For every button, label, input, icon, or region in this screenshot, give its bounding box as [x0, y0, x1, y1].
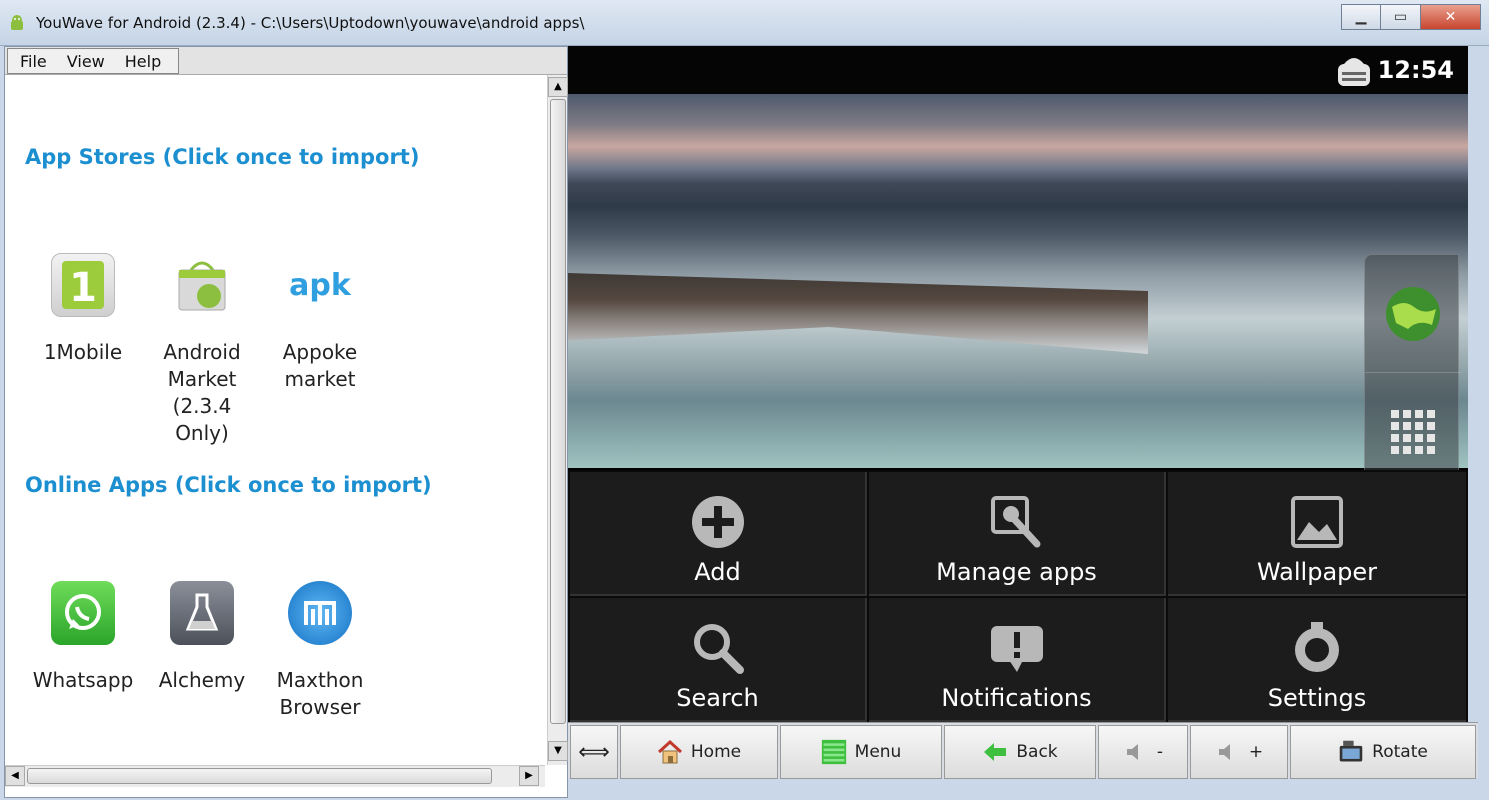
menu-option-settings[interactable]: Settings — [1168, 598, 1466, 722]
manage-apps-icon — [987, 492, 1047, 552]
1mobile-icon: 1 — [51, 253, 115, 317]
options-menu: Add Manage apps Wallpaper Search Notific… — [568, 470, 1468, 722]
close-icon: ✕ — [1444, 9, 1457, 25]
menu-button[interactable]: Menu — [780, 725, 942, 779]
wallpaper-rocks — [568, 273, 1148, 354]
app-label: Appoke market — [282, 340, 358, 391]
menu-file[interactable]: File — [8, 49, 55, 73]
option-label: Wallpaper — [1256, 558, 1378, 586]
wallpaper-icon — [1287, 492, 1347, 552]
option-label: Notifications — [941, 684, 1092, 712]
maxthon-icon — [288, 581, 352, 645]
option-label: Settings — [1267, 684, 1367, 712]
section-title-online-apps: Online Apps (Click once to import) — [25, 473, 432, 497]
title-bar: YouWave for Android (2.3.4) - C:\Users\U… — [0, 0, 1489, 46]
horizontal-scroll-thumb[interactable] — [27, 768, 492, 784]
menu-option-manage-apps[interactable]: Manage apps — [869, 472, 1166, 596]
speaker-icon — [1215, 739, 1241, 765]
volume-up-label: + — [1248, 742, 1264, 762]
menu-bar: File View Help — [5, 47, 567, 75]
menu-view[interactable]: View — [55, 49, 113, 73]
app-import-panel: File View Help App Stores (Click once to… — [4, 46, 568, 798]
alchemy-icon — [170, 581, 234, 645]
usb-debugging-icon — [1338, 58, 1370, 86]
minimize-button[interactable]: ▁ — [1341, 4, 1381, 30]
apk-icon-text: apk — [289, 267, 351, 303]
rotate-device-icon — [1338, 739, 1364, 765]
rotate-button[interactable]: Rotate — [1290, 725, 1476, 779]
browser-button[interactable] — [1365, 255, 1460, 373]
window-title: YouWave for Android (2.3.4) - C:\Users\U… — [36, 14, 585, 32]
menu-list-icon — [821, 739, 847, 765]
app-label: Maxthon Browser — [276, 668, 364, 719]
app-grid-icon — [1390, 409, 1435, 454]
app-whatsapp[interactable]: Whatsapp — [23, 581, 143, 694]
app-label: Alchemy — [158, 668, 246, 692]
maximize-icon: ▭ — [1393, 9, 1408, 25]
menu-button-label: Menu — [854, 742, 902, 762]
android-emulator-screen[interactable]: 12:54 Add Manage apps Wallpaper Search N… — [568, 46, 1468, 722]
option-label: Manage apps — [936, 558, 1097, 586]
scroll-down-arrow-icon[interactable]: ▼ — [548, 741, 568, 761]
whatsapp-icon — [51, 581, 115, 645]
home-button[interactable]: Home — [620, 725, 778, 779]
back-arrow-icon — [982, 739, 1008, 765]
emulator-toolbar: ⟺ Home Menu Back - + Rotate — [568, 722, 1478, 779]
android-app-icon — [11, 15, 23, 30]
app-label: Android Market (2.3.4 Only) — [163, 340, 241, 445]
app-list: App Stores (Click once to import) 1 1Mob… — [5, 75, 545, 765]
menu-option-add[interactable]: Add — [570, 472, 867, 596]
scroll-left-arrow-icon[interactable]: ◀ — [5, 766, 25, 786]
menu-help[interactable]: Help — [113, 49, 169, 73]
volume-up-button[interactable]: + — [1190, 725, 1288, 779]
scroll-up-arrow-icon[interactable]: ▲ — [548, 77, 568, 97]
back-button-label: Back — [1016, 742, 1058, 762]
android-market-icon — [170, 253, 234, 317]
menu-option-notifications[interactable]: Notifications — [869, 598, 1166, 722]
svg-text:1: 1 — [69, 265, 97, 311]
option-label: Search — [676, 684, 759, 712]
search-icon — [688, 618, 748, 678]
minimize-icon: ▁ — [1355, 9, 1367, 25]
vertical-scrollbar[interactable]: ▲ ▼ — [547, 75, 568, 765]
home-icon — [657, 739, 683, 765]
volume-down-button[interactable]: - — [1098, 725, 1188, 779]
home-wallpaper — [568, 94, 1468, 516]
close-button[interactable]: ✕ — [1421, 4, 1481, 30]
speaker-icon — [1123, 739, 1149, 765]
app-appoke-market[interactable]: apk Appoke market — [260, 253, 380, 393]
menu-option-wallpaper[interactable]: Wallpaper — [1168, 472, 1466, 596]
globe-icon — [1385, 286, 1440, 341]
horizontal-scrollbar[interactable]: ◀ ▶ — [5, 765, 545, 787]
app-android-market[interactable]: Android Market (2.3.4 Only) — [142, 253, 262, 447]
status-bar: 12:54 — [568, 46, 1468, 94]
app-label: 1Mobile — [43, 340, 123, 364]
scroll-right-arrow-icon[interactable]: ▶ — [519, 766, 539, 786]
resize-arrows-icon: ⟺ — [578, 739, 610, 765]
add-icon — [688, 492, 748, 552]
option-label: Add — [694, 558, 741, 586]
rotate-button-label: Rotate — [1372, 742, 1428, 762]
vertical-scroll-thumb[interactable] — [550, 99, 566, 724]
apk-icon: apk — [288, 253, 352, 317]
settings-icon — [1287, 618, 1347, 678]
app-1mobile[interactable]: 1 1Mobile — [23, 253, 143, 366]
app-label: Whatsapp — [32, 668, 134, 692]
home-button-label: Home — [690, 742, 742, 762]
back-button[interactable]: Back — [944, 725, 1096, 779]
volume-down-label: - — [1156, 742, 1164, 762]
menu-option-search[interactable]: Search — [570, 598, 867, 722]
app-maxthon-browser[interactable]: Maxthon Browser — [260, 581, 380, 721]
app-alchemy[interactable]: Alchemy — [142, 581, 262, 694]
notifications-icon — [987, 618, 1047, 678]
status-clock: 12:54 — [1377, 56, 1454, 84]
resize-toggle-button[interactable]: ⟺ — [570, 725, 618, 779]
maximize-button[interactable]: ▭ — [1381, 4, 1421, 30]
section-title-app-stores: App Stores (Click once to import) — [25, 145, 420, 169]
